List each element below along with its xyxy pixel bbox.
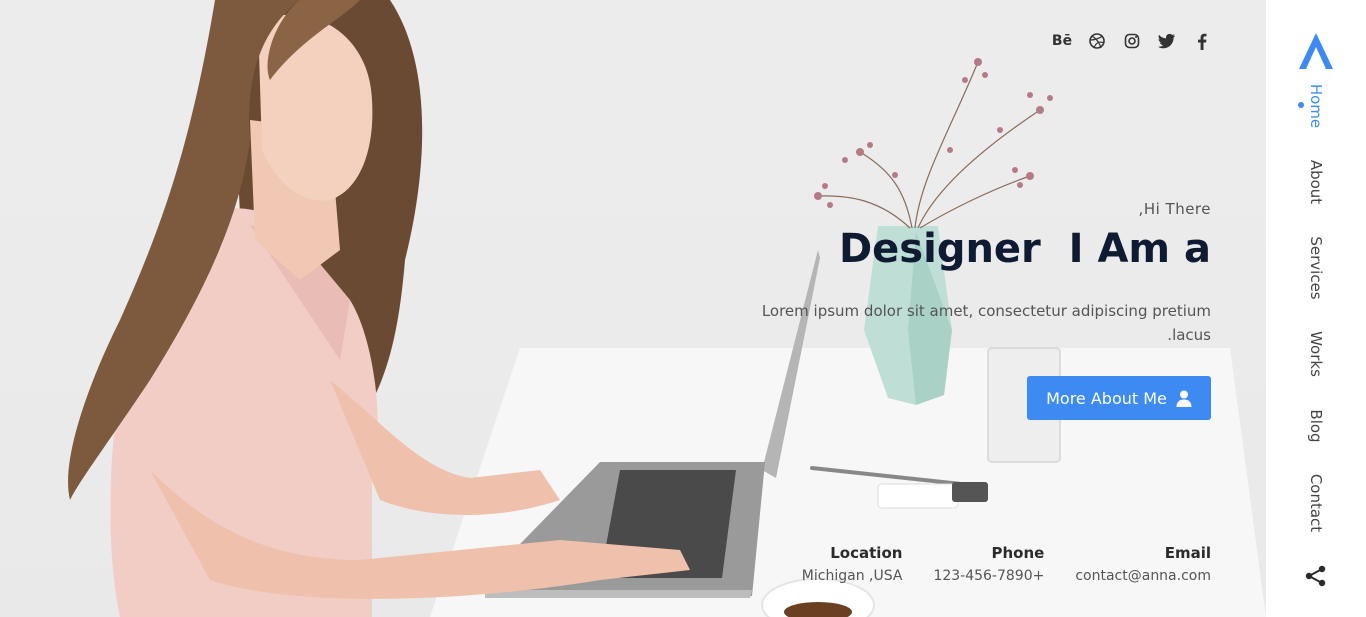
social-links: Bē bbox=[1052, 31, 1211, 51]
twitter-icon[interactable] bbox=[1158, 31, 1176, 51]
sidebar-item-contact[interactable]: Contact bbox=[1306, 443, 1326, 563]
email-value: contact@anna.com bbox=[1075, 568, 1211, 584]
behance-icon[interactable]: Bē bbox=[1052, 31, 1072, 51]
email-block: Email contact@anna.com bbox=[1075, 544, 1211, 584]
hero-description: Lorem ipsum dolor sit amet, consectetur … bbox=[761, 302, 1211, 344]
phone-label: Phone bbox=[991, 544, 1045, 562]
sidebar-nav: Home About Services Works Blog Contact bbox=[1266, 0, 1366, 617]
share-icon[interactable] bbox=[1305, 565, 1327, 587]
cta-label: More About Me bbox=[1046, 388, 1167, 408]
hero-headline: Designer I Am a bbox=[838, 226, 1211, 272]
location-block: Location Michigan ,USA bbox=[802, 544, 903, 584]
active-indicator-dot bbox=[1298, 102, 1304, 108]
contact-info: Location Michigan ,USA Phone 123-456-789… bbox=[802, 544, 1211, 584]
facebook-icon[interactable] bbox=[1193, 31, 1211, 51]
email-label: Email bbox=[1164, 544, 1211, 562]
more-about-me-button[interactable]: More About Me bbox=[1027, 376, 1211, 420]
dribbble-icon[interactable] bbox=[1088, 31, 1106, 51]
greeting-text: ,Hi There bbox=[1138, 200, 1211, 218]
instagram-icon[interactable] bbox=[1123, 31, 1141, 51]
phone-value: 123-456-7890+ bbox=[933, 568, 1045, 584]
location-value: Michigan ,USA bbox=[801, 568, 903, 584]
user-icon bbox=[1176, 390, 1192, 407]
phone-block: Phone 123-456-7890+ bbox=[933, 544, 1044, 584]
location-label: Location bbox=[830, 544, 903, 562]
